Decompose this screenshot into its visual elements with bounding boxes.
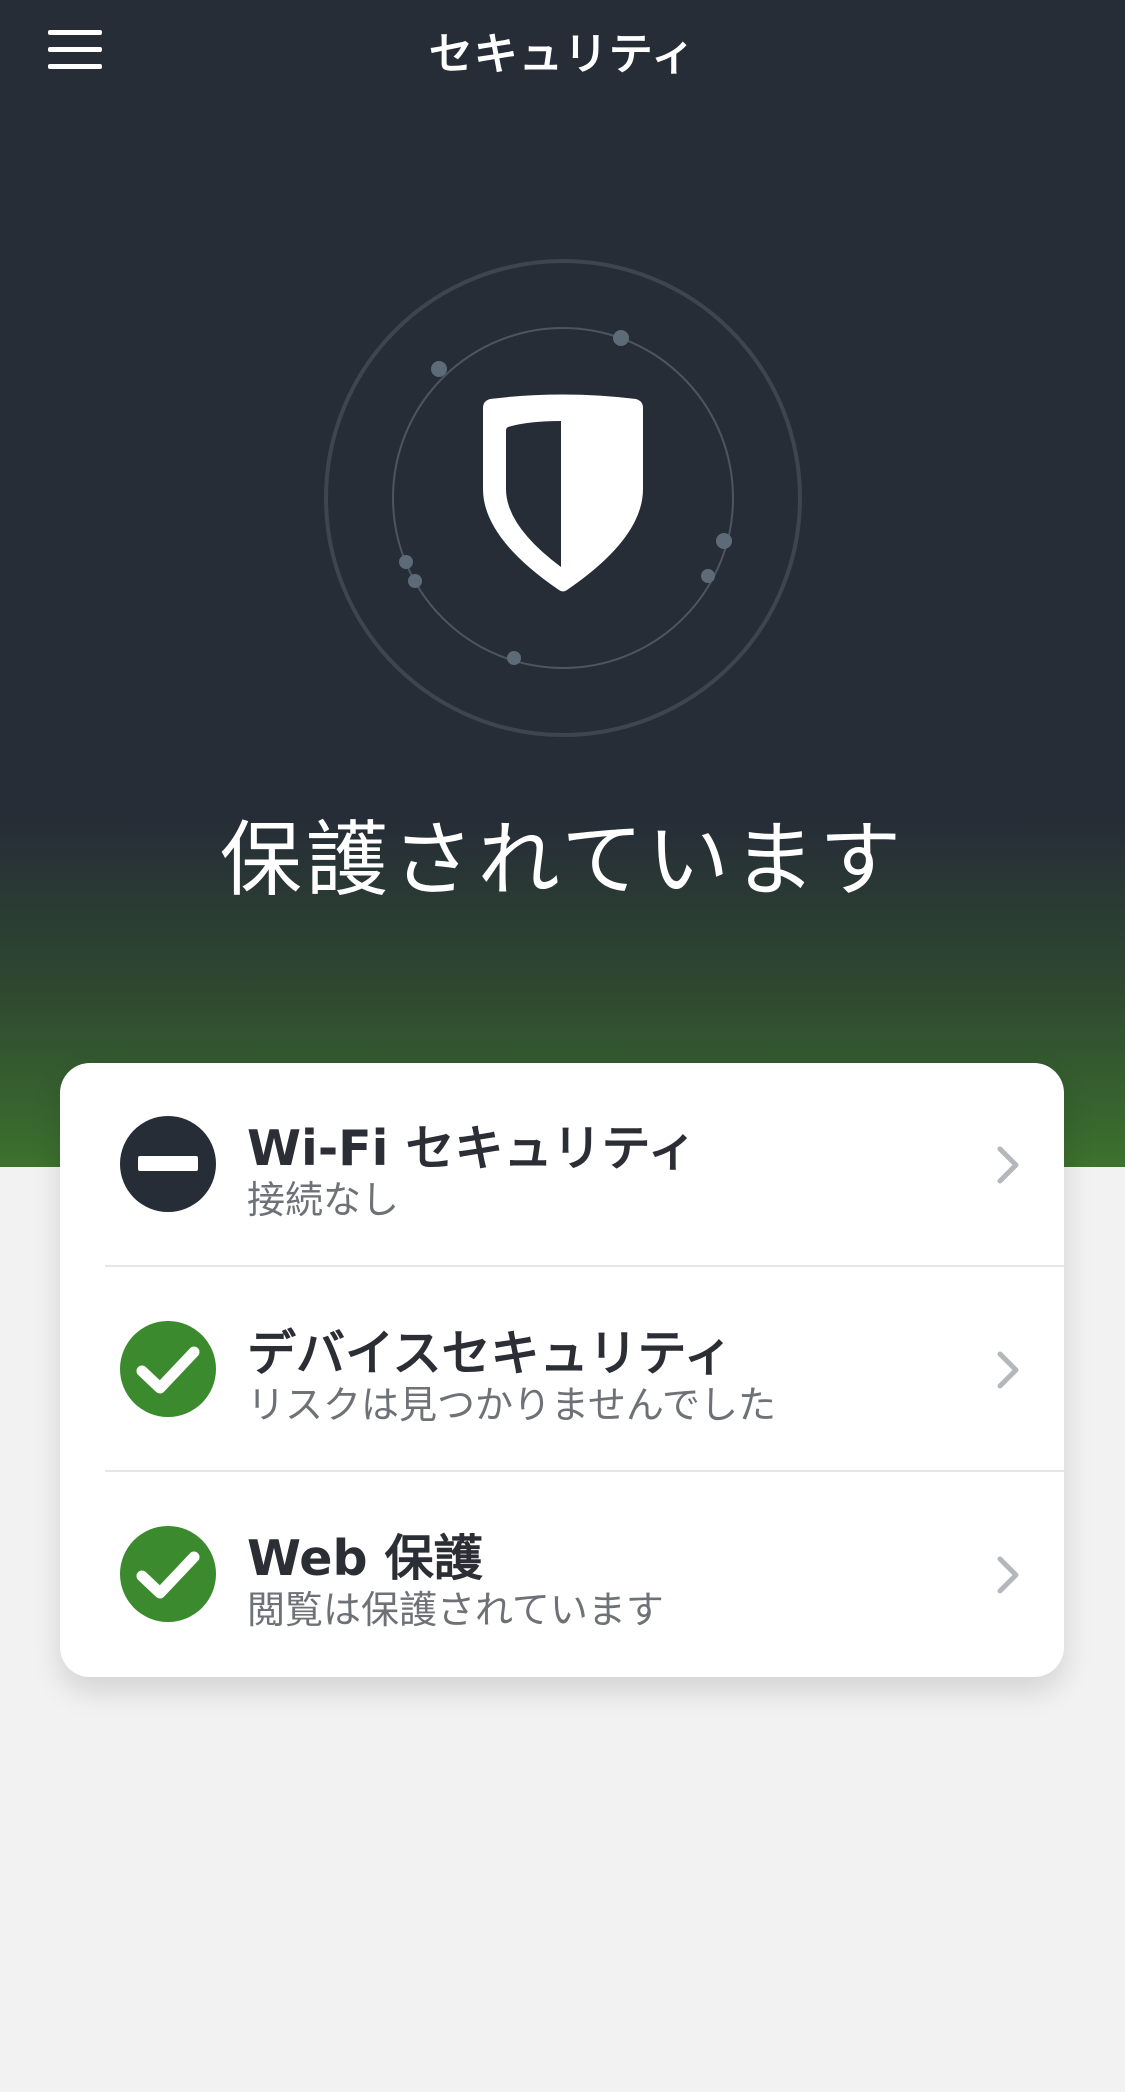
- list-item-wifi-security[interactable]: Wi-Fi セキュリティ 接続なし: [60, 1063, 1064, 1267]
- protection-status-headline: 保護されています: [219, 813, 906, 908]
- orbit-dot: [399, 555, 413, 569]
- check-circle-icon: [120, 1526, 216, 1622]
- row-subtitle: リスクは見つかりませんでした: [247, 1383, 776, 1427]
- orbit-dot: [408, 574, 422, 588]
- list-item-web-protection[interactable]: Web 保護 閲覧は保護されています: [60, 1473, 1064, 1677]
- orbit-dot: [701, 569, 715, 583]
- security-status-card: Wi-Fi セキュリティ 接続なし デバイスセキュリティ リスクは見つかりません…: [60, 1063, 1064, 1677]
- check-circle-icon: [120, 1321, 216, 1417]
- orbit-dot: [716, 533, 732, 549]
- divider: [105, 1265, 1064, 1267]
- top-app-bar: セキュリティ: [0, 0, 1125, 100]
- chevron-right-icon: [997, 1146, 1019, 1184]
- chevron-right-icon: [997, 1556, 1019, 1594]
- row-subtitle: 接続なし: [247, 1178, 400, 1222]
- orbit-dot: [431, 361, 447, 377]
- row-subtitle: 閲覧は保護されています: [247, 1588, 664, 1632]
- page-title: セキュリティ: [428, 29, 697, 80]
- divider: [105, 1470, 1064, 1472]
- shield-icon: [324, 259, 802, 737]
- orbit-dot: [507, 651, 521, 665]
- hero-banner: セキュリティ 保護されています: [0, 0, 1125, 1167]
- orbit-dot: [613, 330, 629, 346]
- minus-circle-icon: [120, 1116, 216, 1212]
- chevron-right-icon: [997, 1351, 1019, 1389]
- list-item-device-security[interactable]: デバイスセキュリティ リスクは見つかりませんでした: [60, 1268, 1064, 1472]
